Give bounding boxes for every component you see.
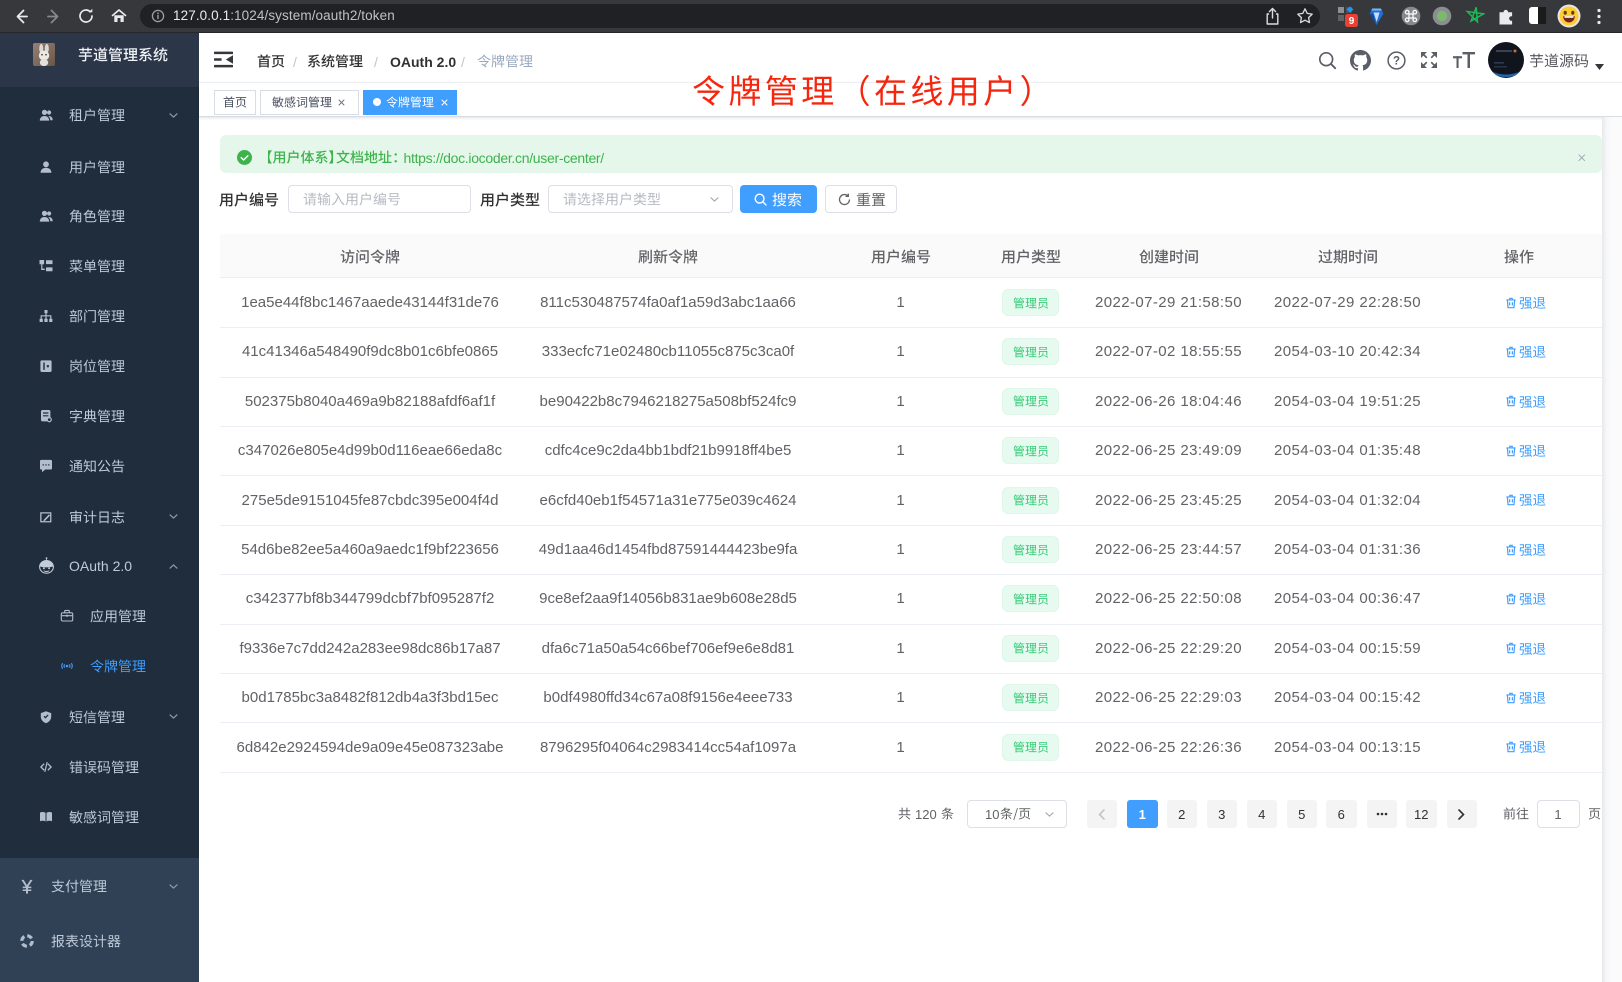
svg-text:9: 9 bbox=[1349, 16, 1355, 27]
svg-text:?: ? bbox=[1393, 56, 1400, 68]
